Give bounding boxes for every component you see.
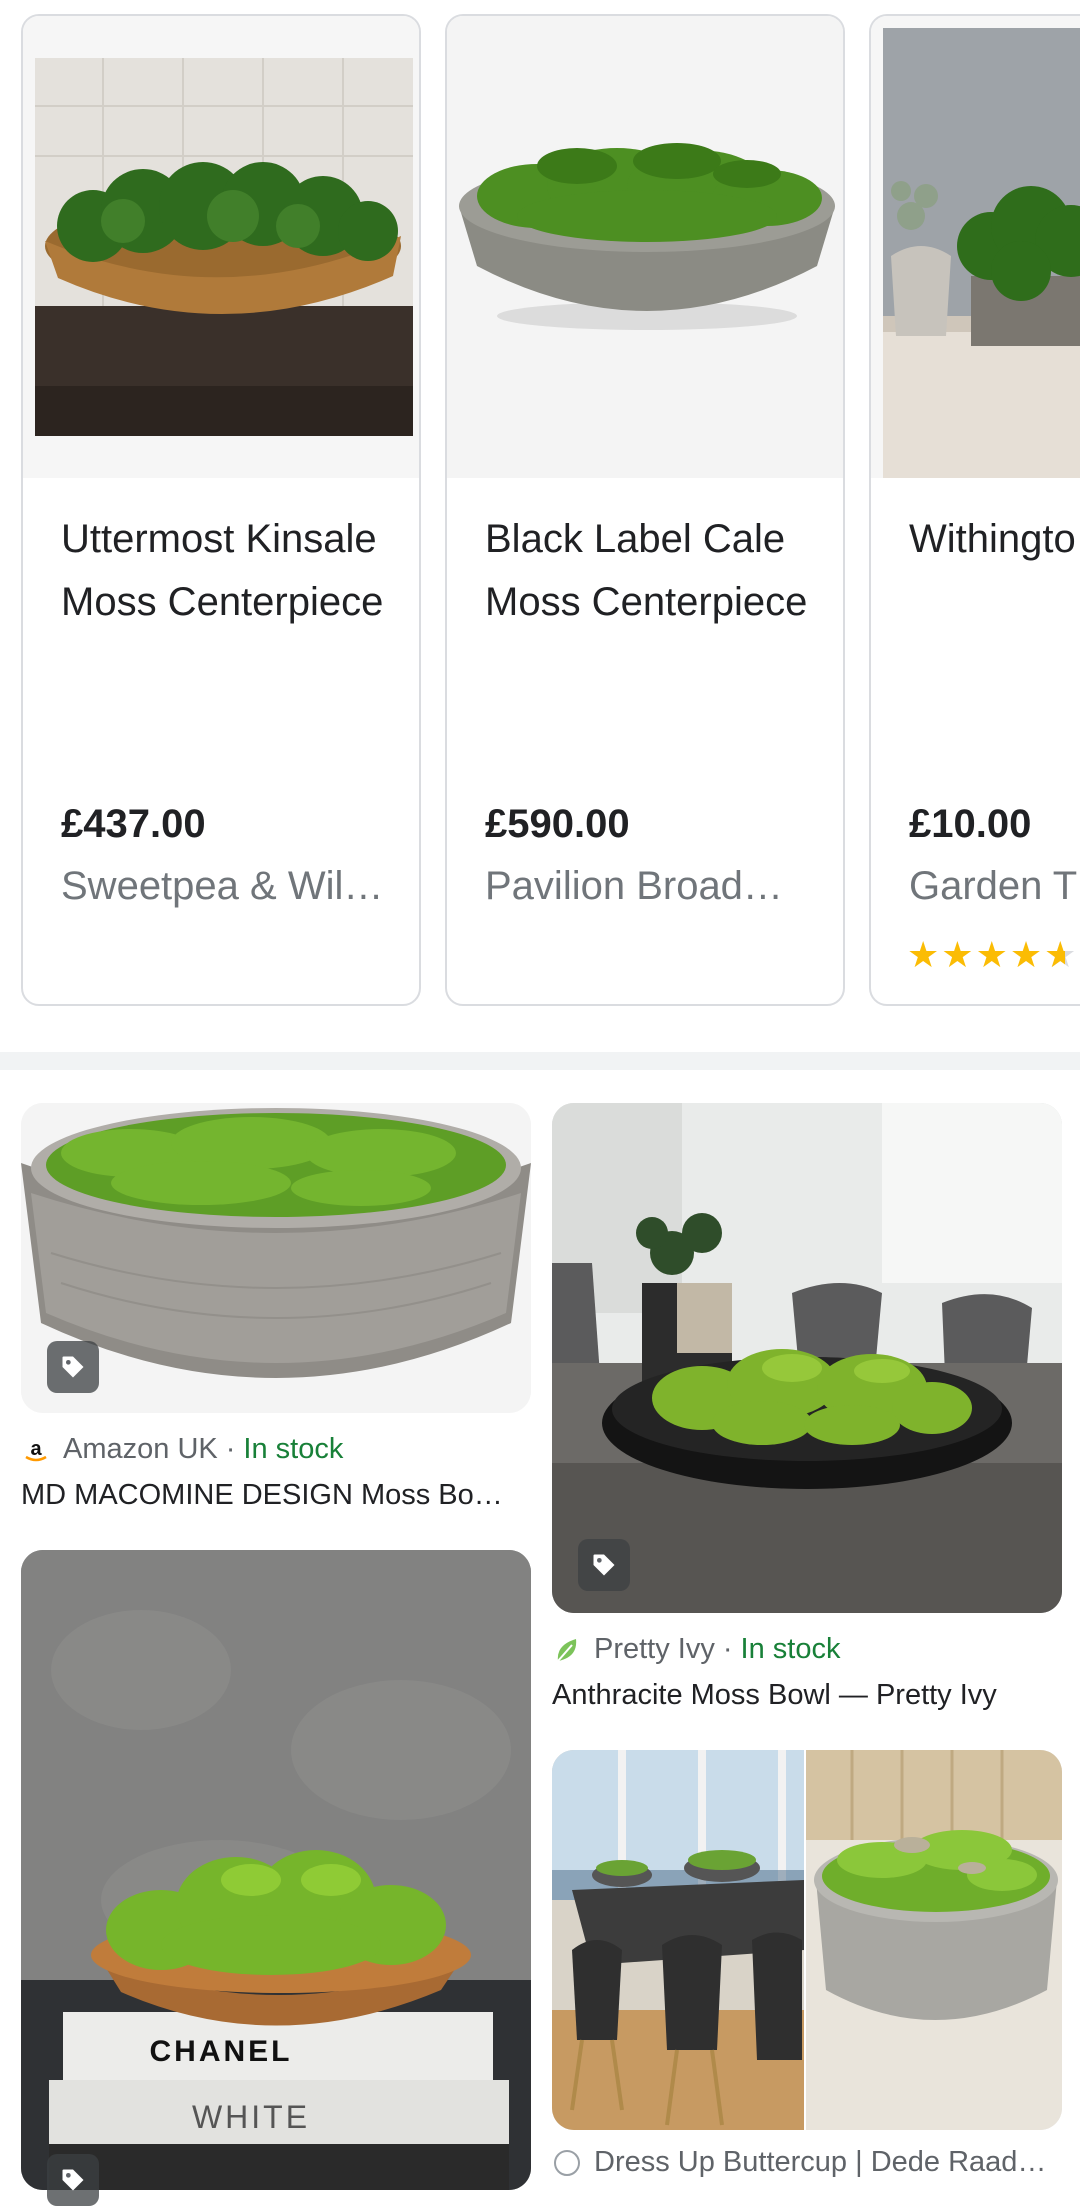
product-card[interactable]: Withingto - 18.5cm £10.00 Garden T ★★★★★: [869, 14, 1080, 1006]
result-meta: Pretty Ivy · In stock: [552, 1633, 840, 1666]
globe-icon: [552, 2148, 582, 2178]
star-half-icon: ★: [1044, 934, 1078, 975]
result-meta: a Amazon UK · In stock: [21, 1433, 343, 1466]
stock-status: In stock: [243, 1433, 344, 1465]
result-title[interactable]: Anthracite Moss Bowl — Pretty Ivy: [552, 1679, 1062, 1712]
star-icon: ★: [1009, 934, 1045, 975]
result-meta: Dress Up Buttercup | Dede Raad…: [552, 2146, 1046, 2179]
product-price: £10.00: [909, 802, 1032, 846]
book-title-white: WHITE: [192, 2099, 310, 2135]
book-title-chanel: CHANEL: [150, 2035, 293, 2068]
star-icon: ★: [941, 934, 976, 975]
product-card[interactable]: Black Label Cale Moss Centerpiece £590.0…: [445, 14, 845, 1006]
shopping-tag-icon: [47, 1341, 99, 1393]
product-store: Sweetpea & Wil…: [61, 864, 384, 908]
svg-text:a: a: [30, 1438, 42, 1460]
product-image: [871, 16, 1080, 478]
leaf-icon: [552, 1635, 582, 1665]
star-icon: ★: [975, 934, 1010, 975]
rating-stars: ★★★★★: [907, 934, 1078, 976]
product-store: Pavilion Broad…: [485, 864, 783, 908]
shopping-tag-icon: [47, 2154, 99, 2206]
product-image: [23, 16, 419, 478]
product-title[interactable]: Withingto - 18.5cm: [909, 508, 1080, 571]
source-name: Dress Up Buttercup | Dede Raad…: [594, 2146, 1047, 2178]
product-store: Garden T: [909, 864, 1078, 908]
star-icon: ★: [907, 934, 942, 975]
product-image: [447, 16, 843, 478]
product-title[interactable]: Black Label Cale Moss Centerpiece: [485, 508, 835, 634]
result-image[interactable]: [552, 1103, 1062, 1613]
result-image[interactable]: CHANEL WHITE: [21, 1550, 531, 2190]
shopping-tag-icon: [578, 1539, 630, 1591]
result-image[interactable]: [552, 1750, 1062, 2130]
source-name: Pretty Ivy: [594, 1633, 715, 1665]
source-name: Amazon UK: [63, 1433, 218, 1465]
stock-status: In stock: [740, 1633, 841, 1665]
product-price: £590.00: [485, 802, 630, 846]
result-title[interactable]: MD MACOMINE DESIGN Moss Bo…: [21, 1479, 531, 1512]
amazon-icon: a: [21, 1434, 51, 1465]
product-card[interactable]: Uttermost Kinsale Moss Centerpiece £437.…: [21, 14, 421, 1006]
product-title[interactable]: Uttermost Kinsale Moss Centerpiece: [61, 508, 411, 634]
product-carousel[interactable]: Uttermost Kinsale Moss Centerpiece £437.…: [0, 0, 1080, 1030]
product-price: £437.00: [61, 802, 206, 846]
section-divider: [0, 1052, 1080, 1070]
